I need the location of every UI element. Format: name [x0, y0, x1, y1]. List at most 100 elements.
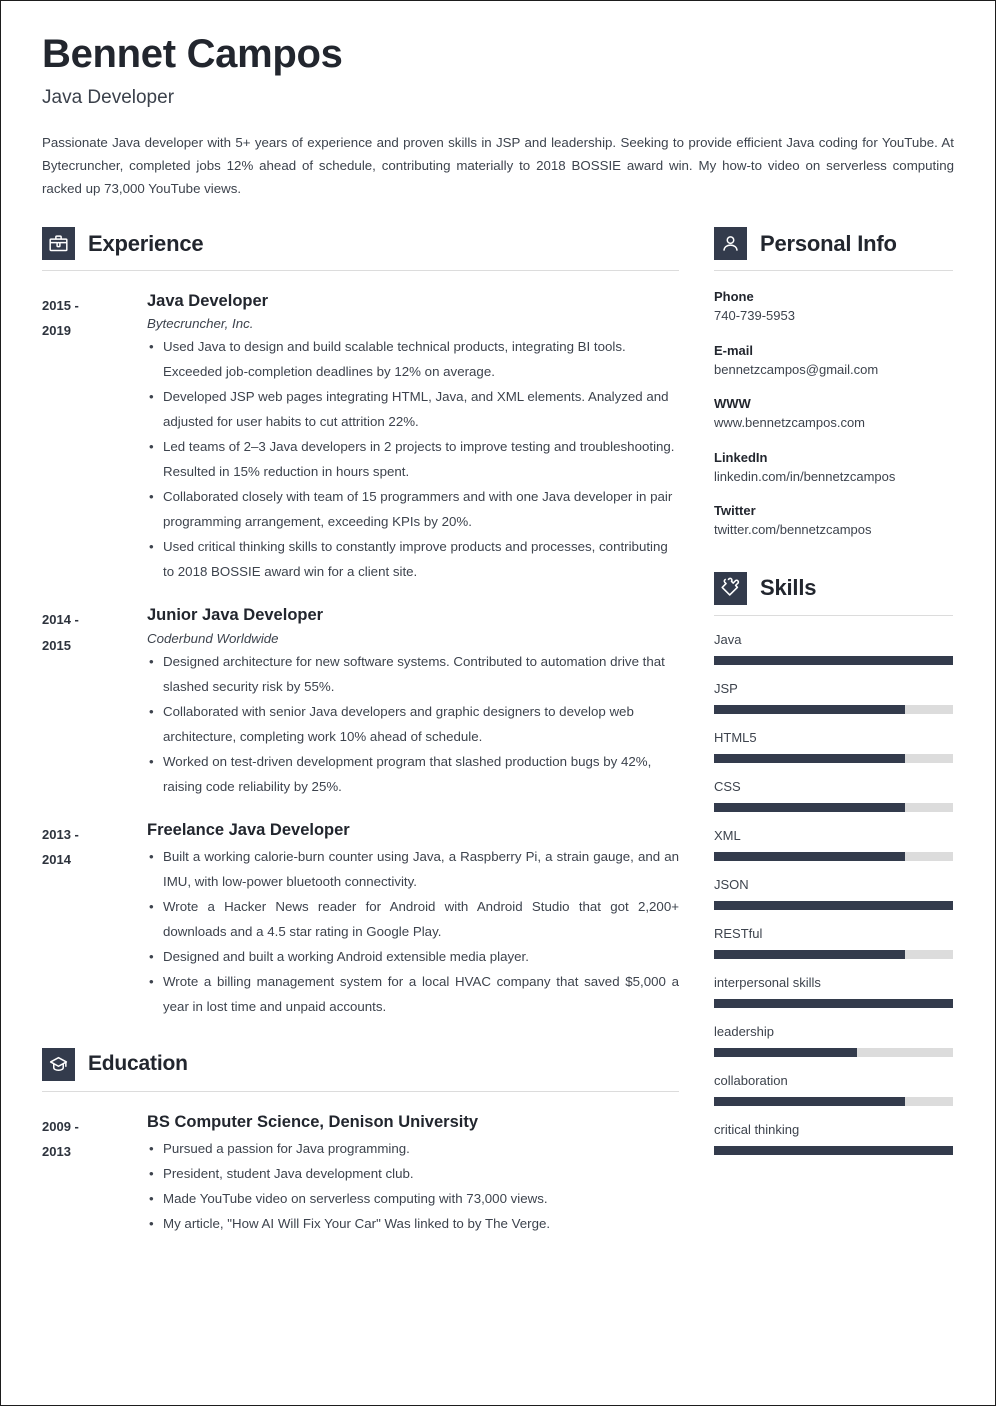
- entry-body: Java Developer Bytecruncher, Inc. Used Jav…: [147, 291, 679, 585]
- entry-title: BS Computer Science, Denison University: [147, 1112, 479, 1131]
- skill-level-bar: [714, 998, 953, 1008]
- skill-level-bar: [714, 753, 953, 763]
- entry: 2009 - 2013 BS Computer Science, Denison U…: [42, 1112, 679, 1237]
- bullet-item: Pursued a passion for Java programming.: [147, 1137, 679, 1162]
- personal-info-fields: Phone 740-739-5953 E-mail bennetzcampos@gma…: [714, 289, 953, 539]
- education-title: Education: [88, 1052, 188, 1076]
- skill-level-bar: [714, 851, 953, 861]
- bullet-item: Collaborated with senior Java developers…: [147, 700, 679, 750]
- skill-level-fill: [714, 655, 953, 665]
- entry-company: Coderbund Worldwide: [147, 630, 279, 646]
- skill-item: leadership: [714, 1024, 953, 1057]
- skill-level-bar: [714, 949, 953, 959]
- personal-info-header: Personal Info: [714, 227, 953, 260]
- info-label: WWW: [714, 396, 751, 412]
- entry-date-from: 2015 -: [42, 298, 79, 313]
- entry-bullet-list: Built a working calorie-burn counter usi…: [147, 845, 679, 1020]
- entry-dates: 2013 - 2014: [42, 820, 147, 1020]
- bullet-item: Built a working calorie-burn counter usi…: [147, 845, 679, 895]
- skill-level-fill: [714, 998, 953, 1008]
- entry-company: Bytecruncher, Inc.: [147, 316, 254, 332]
- entry-date-from: 2013 -: [42, 826, 79, 842]
- skill-name: collaboration: [714, 1072, 788, 1088]
- entry-date-to: 2015: [42, 637, 71, 653]
- personal-info-title: Personal Info: [760, 230, 897, 256]
- skill-item: JSON: [714, 877, 953, 910]
- info-value: 740-739-5953: [714, 308, 795, 323]
- skill-level-bar: [714, 1047, 953, 1057]
- entry-bullet-list: Designed architecture for new software s…: [147, 650, 679, 800]
- education-entries: 2009 - 2013 BS Computer Science, Denison U…: [42, 1112, 679, 1237]
- skill-name: JSON: [714, 876, 749, 892]
- page-title: Bennet Campos: [42, 32, 343, 76]
- education-section: Education 2009 - 2013 BS Computer Science,…: [42, 1047, 679, 1237]
- resume-page: Bennet Campos Java Developer Passionate …: [0, 0, 996, 1406]
- skill-level-fill: [714, 704, 906, 714]
- bullet-item: My article, "How AI Will Fix Your Car" W…: [147, 1212, 679, 1237]
- entry-title: Freelance Java Developer: [147, 820, 350, 839]
- skill-item: CSS: [714, 779, 953, 812]
- entry-dates: 2015 - 2019: [42, 291, 147, 585]
- bullet-item: Led teams of 2–3 Java developers in 2 pr…: [147, 435, 679, 485]
- skill-level-bar: [714, 655, 953, 665]
- info-field: WWW www.bennetzcampos.com: [714, 396, 953, 432]
- skill-item: critical thinking: [714, 1122, 953, 1155]
- skill-level-bar: [714, 900, 953, 910]
- info-value: twitter.com/bennetzcampos: [714, 522, 872, 538]
- info-label: LinkedIn: [714, 449, 768, 465]
- main-column: Experience 2015 - 2019 Java Developer Bytec…: [42, 227, 679, 1237]
- entry-date-to: 2019: [42, 323, 71, 339]
- entry: 2015 - 2019 Java Developer Bytecruncher, In…: [42, 291, 679, 585]
- skill-level-bar: [714, 802, 953, 812]
- bullet-item: Used Java to design and build scalable t…: [147, 335, 679, 385]
- skill-item: RESTful: [714, 926, 953, 959]
- summary-paragraph: Passionate Java developer with 5+ years …: [42, 135, 954, 196]
- briefcase-icon: [42, 227, 75, 260]
- skill-name: JSP: [714, 680, 738, 696]
- entry-dates: 2009 - 2013: [42, 1112, 147, 1237]
- bullet-item: Designed and built a working Android ext…: [147, 945, 679, 970]
- skill-item: collaboration: [714, 1073, 953, 1106]
- skill-level-bar: [714, 1096, 953, 1106]
- bullet-item: Worked on test-driven development progra…: [147, 750, 679, 800]
- skill-level-fill: [714, 851, 906, 861]
- skill-level-fill: [714, 900, 953, 910]
- info-field: Twitter twitter.com/bennetzcampos: [714, 503, 953, 539]
- bullet-item: Wrote a Hacker News reader for Android w…: [147, 895, 679, 945]
- experience-section: Experience 2015 - 2019 Java Developer Bytec…: [42, 227, 679, 1020]
- skills-header: Skills: [714, 571, 953, 605]
- skills-title: Skills: [760, 575, 817, 601]
- bullet-item: Wrote a billing management system for a …: [147, 970, 679, 1020]
- entry-body: Freelance Java Developer Built a working …: [147, 820, 679, 1020]
- entry-date-from: 2014 -: [42, 612, 79, 628]
- entry-date-from: 2009 -: [42, 1118, 79, 1134]
- skill-level-bar: [714, 704, 953, 714]
- skill-name: interpersonal skills: [714, 974, 821, 990]
- entry-bullet-list: Pursued a passion for Java programming.P…: [147, 1137, 679, 1237]
- info-field: Phone 740-739-5953: [714, 289, 953, 325]
- skill-level-fill: [714, 949, 906, 959]
- info-field: E-mail bennetzcampos@gmail.com: [714, 343, 953, 379]
- skills-section: Skills Java JSP HTML5 CSS XML JSON RESTful inte…: [714, 571, 953, 1155]
- info-label: E-mail: [714, 342, 754, 358]
- bullet-item: Used critical thinking skills to constan…: [147, 535, 679, 585]
- education-header: Education: [42, 1047, 679, 1081]
- personal-info-rule: [714, 270, 953, 271]
- entry: 2013 - 2014 Freelance Java Developer Built …: [42, 820, 679, 1020]
- skill-name: leadership: [714, 1023, 774, 1039]
- experience-title: Experience: [88, 230, 204, 256]
- skill-item: XML: [714, 828, 953, 861]
- entry-date-to: 2014: [42, 851, 71, 867]
- skill-level-bar: [714, 1145, 953, 1155]
- bullet-item: Designed architecture for new software s…: [147, 650, 679, 700]
- skill-item: HTML5: [714, 730, 953, 763]
- skill-name: Java: [714, 631, 742, 647]
- experience-header: Experience: [42, 227, 679, 260]
- skill-level-fill: [714, 1096, 906, 1106]
- skill-level-fill: [714, 753, 906, 763]
- sidebar-column: Personal Info Phone 740-739-5953 E-mail ben…: [714, 227, 953, 1155]
- bullet-item: Developed JSP web pages integrating HTML…: [147, 385, 679, 435]
- skills-list: Java JSP HTML5 CSS XML JSON RESTful interperson…: [714, 632, 953, 1155]
- info-field: LinkedIn linkedin.com/in/bennetzcampos: [714, 450, 953, 486]
- skill-level-fill: [714, 1145, 953, 1155]
